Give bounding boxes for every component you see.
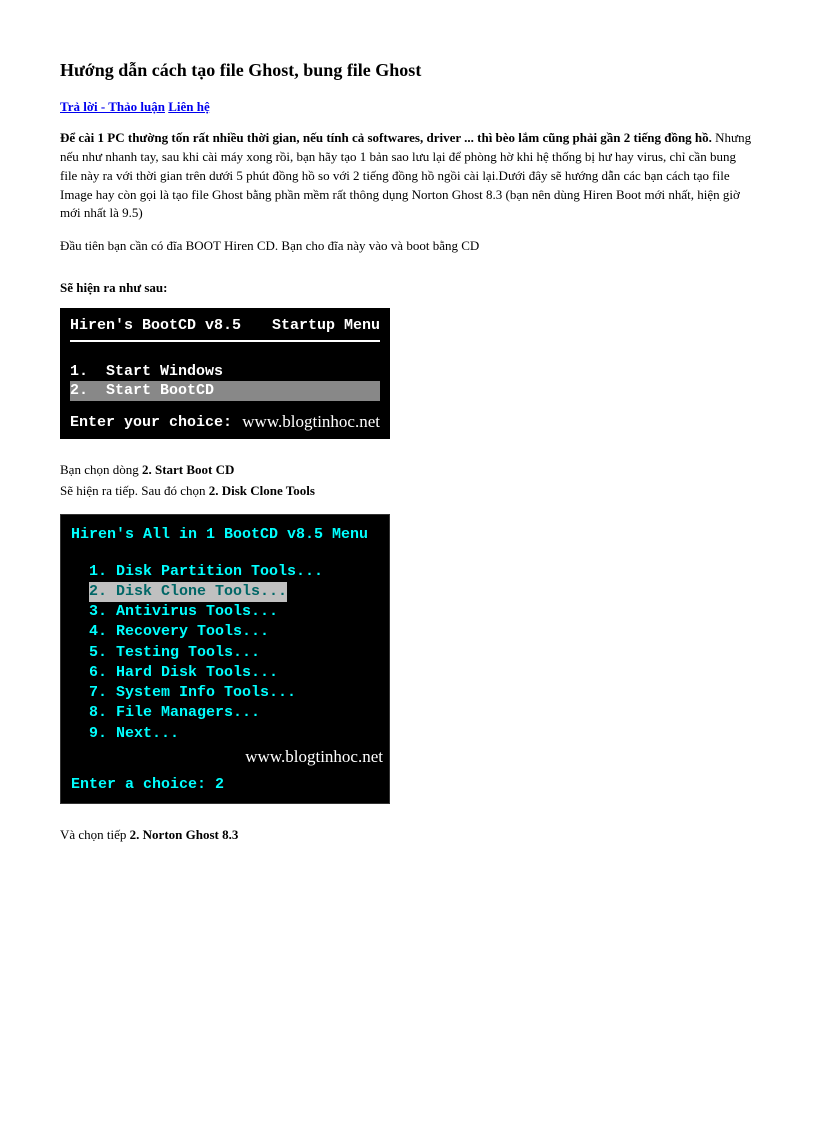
intro-paragraph: Để cài 1 PC thường tốn rất nhiều thời gi… [60,129,756,223]
term1-title-left: Hiren's BootCD v8.5 [70,316,241,336]
intro-bold: Để cài 1 PC thường tốn rất nhiều thời gi… [60,130,712,145]
document-page: Hướng dẫn cách tạo file Ghost, bung file… [0,0,816,1123]
reply-link[interactable]: Trả lời - Thảo luận [60,99,165,114]
term2-item-5: 5. Testing Tools... [71,643,383,663]
term2-item-3: 3. Antivirus Tools... [71,602,383,622]
nav-links: Trả lời - Thảo luận Liên hệ [60,99,756,115]
after-term1-line2: Sẽ hiện ra tiếp. Sau đó chọn 2. Disk Clo… [60,482,756,501]
term2-item-7: 7. System Info Tools... [71,683,383,703]
term1-divider [70,340,380,342]
term1-item-2-selected: 2. Start BootCD [70,381,380,401]
after-term2-line: Và chọn tiếp 2. Norton Ghost 8.3 [60,826,756,845]
after-term1-line1: Bạn chọn dòng 2. Start Boot CD [60,461,756,480]
term1-title-right: Startup Menu [272,316,380,336]
terminal-screenshot-2: Hiren's All in 1 BootCD v8.5 Menu 1. Dis… [60,514,390,804]
term2-item-2-selected: 2. Disk Clone Tools... [71,582,383,602]
boot-instruction: Đầu tiên bạn cần có đĩa BOOT Hiren CD. B… [60,237,756,256]
term2-item-6: 6. Hard Disk Tools... [71,663,383,683]
term2-item-1: 1. Disk Partition Tools... [71,562,383,582]
contact-link[interactable]: Liên hệ [168,99,210,114]
section-label-1: Sẽ hiện ra như sau: [60,280,756,296]
term2-item-8: 8. File Managers... [71,703,383,723]
page-title: Hướng dẫn cách tạo file Ghost, bung file… [60,60,756,81]
term1-enter-prompt: Enter your choice: [70,413,232,433]
term1-watermark: www.blogtinhoc.net [242,411,380,433]
term1-item-1: 1. Start Windows [70,362,380,382]
term2-prompt: Enter a choice: 2 [71,775,383,795]
terminal-screenshot-1: Hiren's BootCD v8.5 Startup Menu 1. Star… [60,308,390,439]
term2-item-4: 4. Recovery Tools... [71,622,383,642]
term2-item-9: 9. Next... [71,724,383,744]
term2-watermark: www.blogtinhoc.net [71,746,383,769]
term2-title: Hiren's All in 1 BootCD v8.5 Menu [71,525,383,545]
